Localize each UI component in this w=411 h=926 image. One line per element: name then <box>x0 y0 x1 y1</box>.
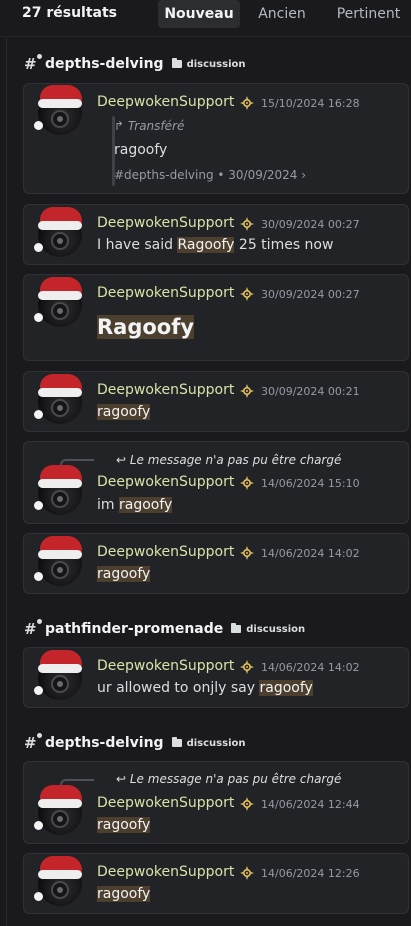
timestamp: 14/06/2024 12:44 <box>261 798 360 811</box>
author-name[interactable]: DeepwokenSupport <box>97 474 234 490</box>
scroll-track <box>6 38 7 926</box>
author-name[interactable]: DeepwokenSupport <box>97 658 234 674</box>
message-content: ragoofy <box>97 817 151 833</box>
folder-icon <box>171 58 182 68</box>
search-highlight: ragoofy <box>97 886 151 902</box>
timestamp: 30/09/2024 00:27 <box>261 218 360 231</box>
search-results-header: 27 résultats Nouveau Ancien Pertinent <box>0 0 411 30</box>
tab-pertinent[interactable]: Pertinent <box>326 0 411 28</box>
forwarded-text: ragoofy <box>114 142 168 158</box>
search-highlight: ragoofy <box>118 497 173 513</box>
mod-badge-icon <box>240 384 254 398</box>
message-content: Ragoofy <box>97 315 195 339</box>
author-name[interactable]: DeepwokenSupport <box>97 94 234 110</box>
mod-badge-icon <box>240 96 254 110</box>
folder-icon <box>171 737 182 747</box>
mod-badge-icon <box>240 660 254 674</box>
search-highlight: ragoofy <box>97 566 151 582</box>
search-highlight: Ragoofy <box>97 315 195 339</box>
avatar[interactable] <box>34 856 82 906</box>
hashtag-thread-icon: # <box>24 733 42 752</box>
forward-label: ↱ Transféré <box>114 119 185 133</box>
author-name[interactable]: DeepwokenSupport <box>97 864 234 880</box>
channel-type: discussion <box>186 58 246 70</box>
header-divider <box>0 36 411 37</box>
author-name[interactable]: DeepwokenSupport <box>97 795 234 811</box>
message-card[interactable]: DeepwokenSupport 30/09/2024 00:27 Ragoof… <box>23 274 409 361</box>
timestamp: 14/06/2024 14:02 <box>261 547 360 560</box>
avatar[interactable] <box>34 536 82 586</box>
message-card[interactable]: ↩ Le message n'a pas pu être chargé Deep… <box>23 441 409 524</box>
avatar[interactable] <box>34 465 82 515</box>
avatar[interactable] <box>34 207 82 257</box>
author-name[interactable]: DeepwokenSupport <box>97 215 234 231</box>
author-name[interactable]: DeepwokenSupport <box>97 285 234 301</box>
tab-ancien[interactable]: Ancien <box>250 0 314 28</box>
channel-type: discussion <box>246 623 306 635</box>
mod-badge-icon <box>240 217 254 231</box>
message-card[interactable]: DeepwokenSupport 30/09/2024 00:21 ragoof… <box>23 371 409 432</box>
reply-preview[interactable]: ↩ Le message n'a pas pu être chargé <box>116 772 341 786</box>
timestamp: 14/06/2024 12:26 <box>261 867 360 880</box>
timestamp: 30/09/2024 00:21 <box>261 385 360 398</box>
mod-badge-icon <box>240 546 254 560</box>
message-card[interactable]: DeepwokenSupport 15/10/2024 16:28 ↱ Tran… <box>23 83 409 194</box>
timestamp: 14/06/2024 14:02 <box>261 661 360 674</box>
message-content: I have said Ragoofy 25 times now <box>97 237 334 253</box>
folder-icon <box>231 623 242 633</box>
channel-name: pathfinder-promenade <box>45 621 224 637</box>
reply-arrow-icon: ↩ <box>116 772 130 786</box>
message-content: ragoofy <box>97 566 151 582</box>
reply-preview[interactable]: ↩ Le message n'a pas pu être chargé <box>116 453 341 467</box>
avatar[interactable] <box>34 85 82 135</box>
avatar[interactable] <box>34 374 82 424</box>
message-card[interactable]: ↩ Le message n'a pas pu être chargé Deep… <box>23 761 409 844</box>
forward-source-link[interactable]: #depths-delving • 30/09/2024 › <box>114 168 306 182</box>
hashtag-thread-icon: # <box>24 54 42 73</box>
avatar[interactable] <box>34 277 82 327</box>
reply-arrow-icon: ↩ <box>116 453 130 467</box>
message-card[interactable]: DeepwokenSupport 30/09/2024 00:27 I have… <box>23 204 409 265</box>
message-content: ragoofy <box>97 404 151 420</box>
channel-header[interactable]: # pathfinder-promenade discussion <box>24 619 305 639</box>
search-highlight: ragoofy <box>259 680 313 696</box>
author-name[interactable]: DeepwokenSupport <box>97 544 234 560</box>
timestamp: 15/10/2024 16:28 <box>261 97 360 110</box>
channel-type: discussion <box>186 737 246 749</box>
search-highlight: Ragoofy <box>177 237 235 253</box>
message-content: ur allowed to onjly say ragoofy <box>97 680 313 696</box>
channel-name: depths-delving <box>45 56 164 72</box>
tab-nouveau[interactable]: Nouveau <box>158 0 240 28</box>
message-card[interactable]: DeepwokenSupport 14/06/2024 14:02 ragoof… <box>23 533 409 594</box>
author-name[interactable]: DeepwokenSupport <box>97 382 234 398</box>
hashtag-thread-icon: # <box>24 619 42 638</box>
timestamp: 14/06/2024 15:10 <box>261 477 360 490</box>
mod-badge-icon <box>240 797 254 811</box>
search-highlight: ragoofy <box>97 404 151 420</box>
mod-badge-icon <box>240 287 254 301</box>
message-card[interactable]: DeepwokenSupport 14/06/2024 14:02 ur all… <box>23 647 409 708</box>
channel-header[interactable]: # depths-delving discussion <box>24 54 245 74</box>
forward-arrow-icon: ↱ <box>114 119 128 133</box>
search-highlight: ragoofy <box>97 817 151 833</box>
message-card[interactable]: DeepwokenSupport 14/06/2024 12:26 ragoof… <box>23 853 409 914</box>
message-content: im ragoofy <box>97 497 173 513</box>
channel-header[interactable]: # depths-delving discussion <box>24 733 245 753</box>
mod-badge-icon <box>240 476 254 490</box>
avatar[interactable] <box>34 785 82 835</box>
result-count: 27 résultats <box>22 5 118 21</box>
avatar[interactable] <box>34 650 82 700</box>
mod-badge-icon <box>240 866 254 880</box>
channel-name: depths-delving <box>45 735 164 751</box>
message-content: ragoofy <box>97 886 151 902</box>
timestamp: 30/09/2024 00:27 <box>261 288 360 301</box>
